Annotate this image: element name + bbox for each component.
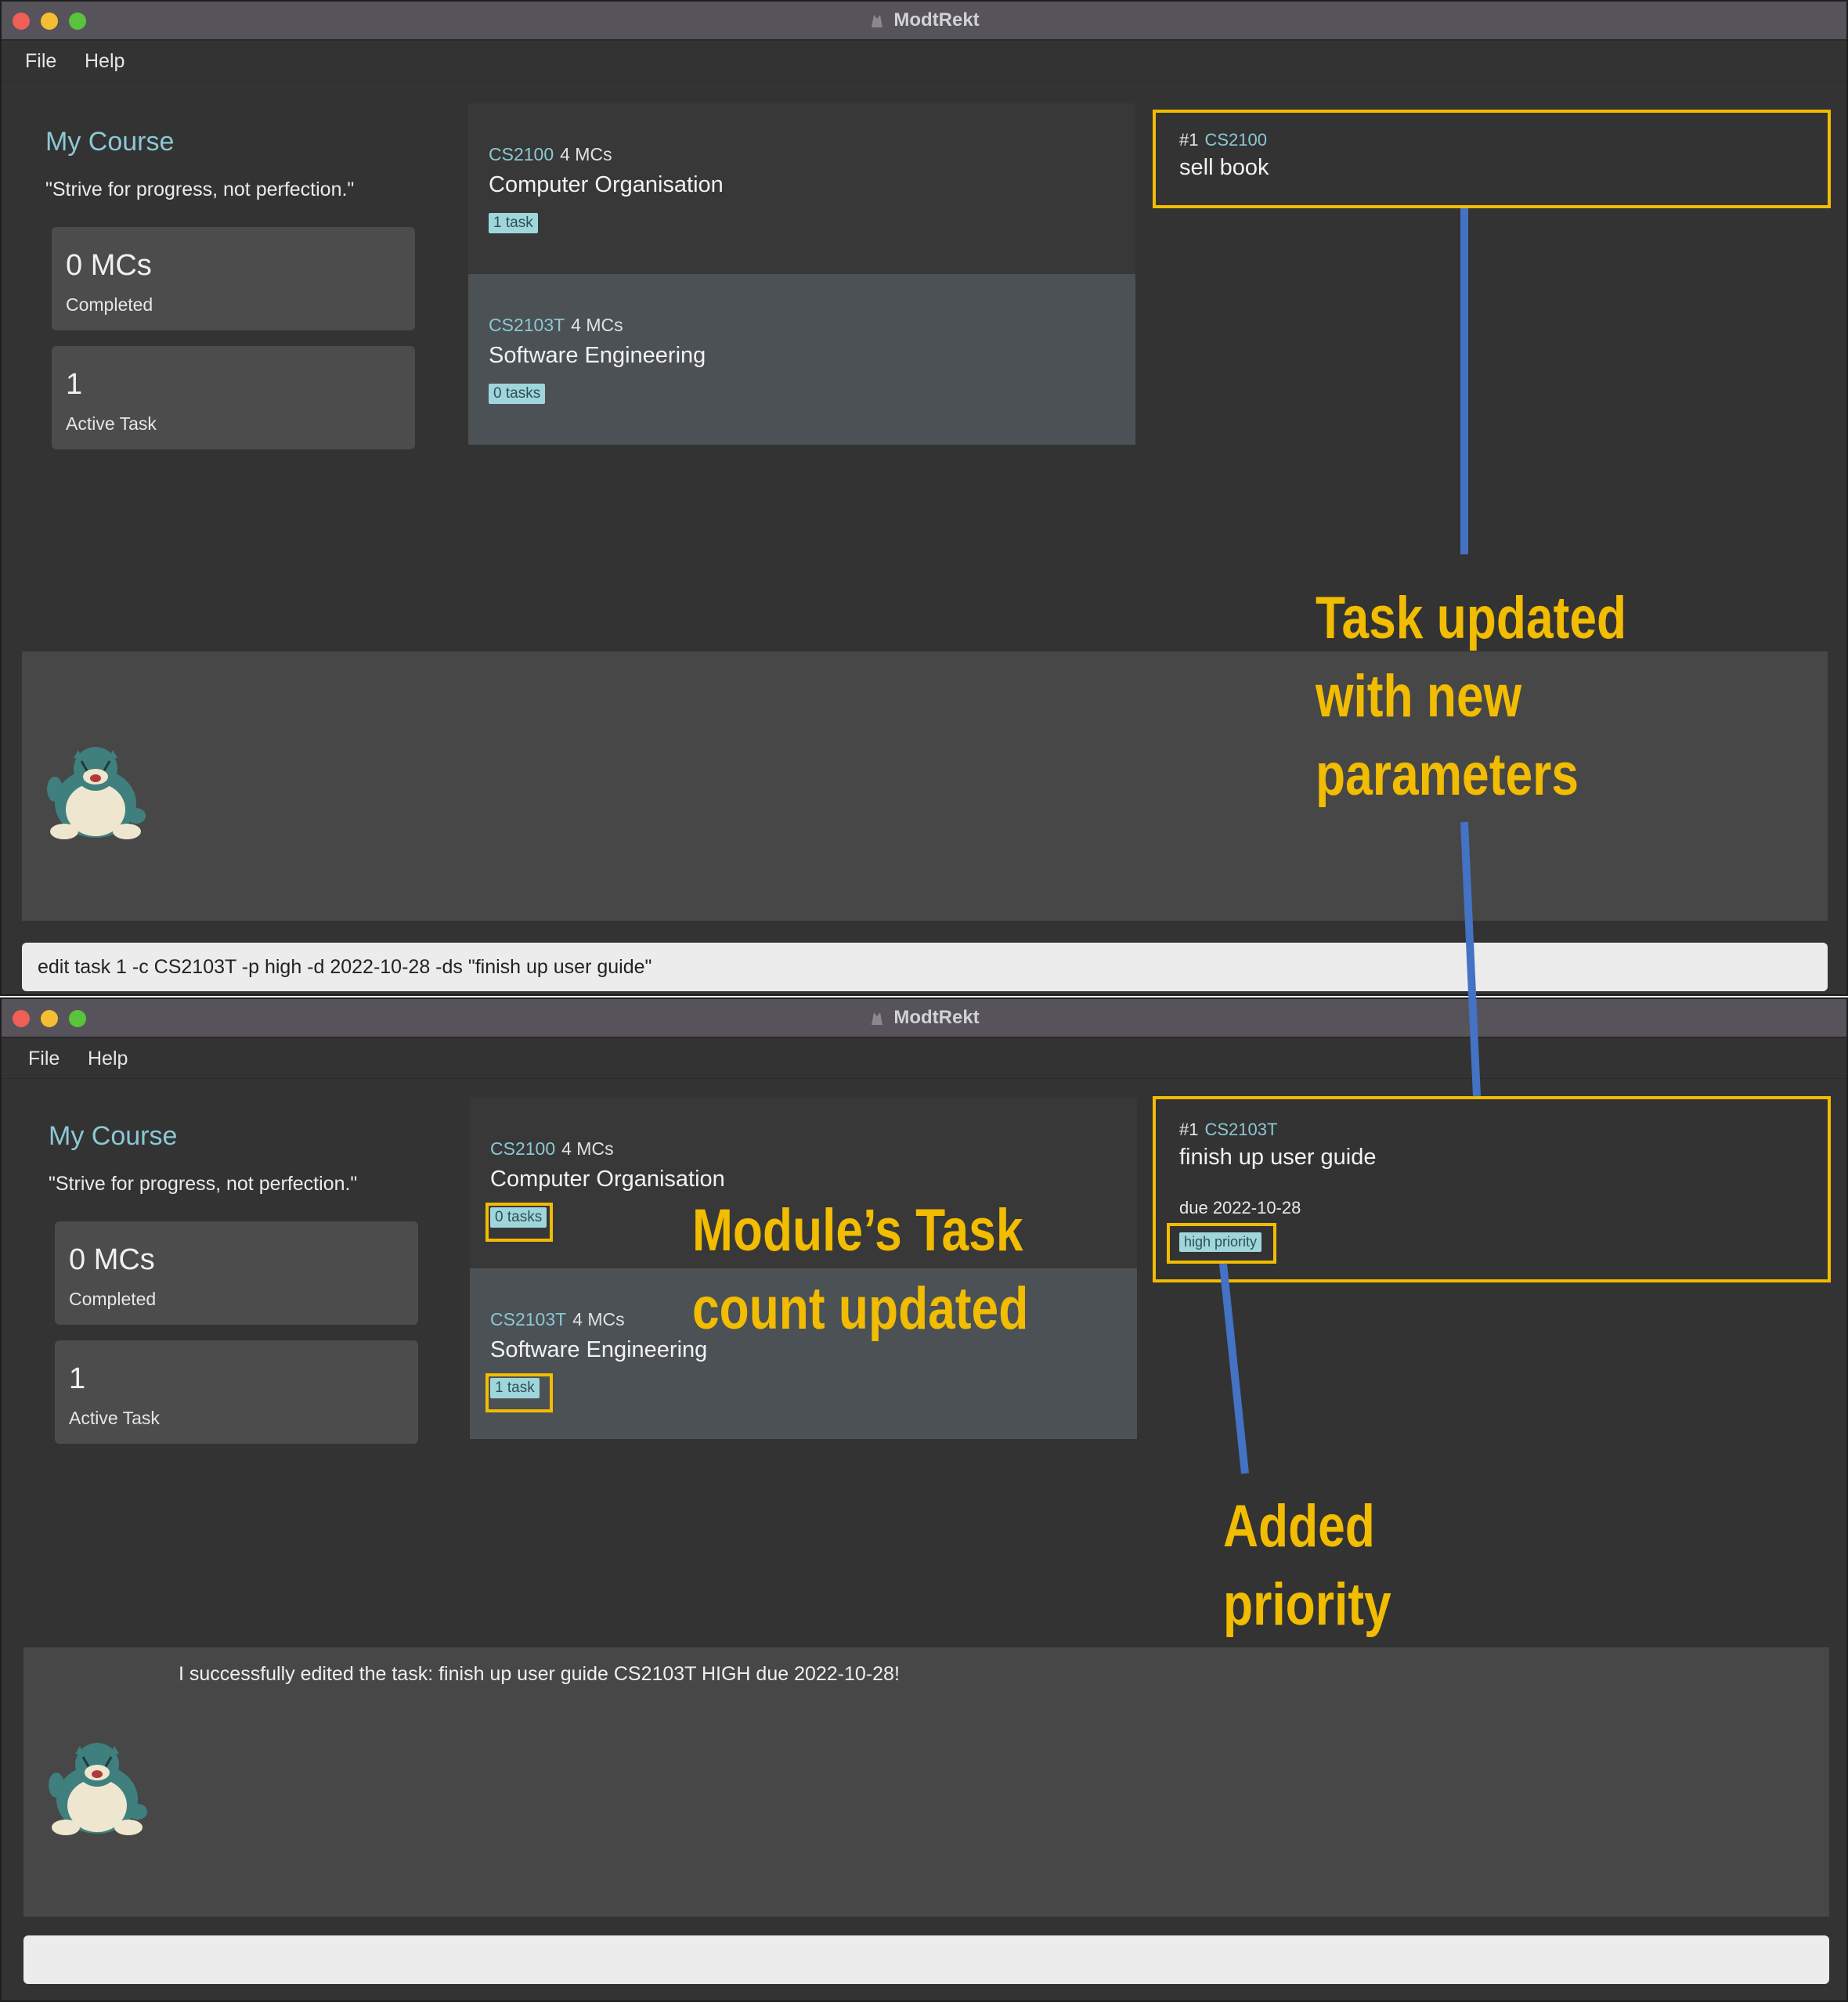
module-code: CS2103T 4 MCs (490, 1309, 625, 1329)
stat-label: Active Task (66, 413, 157, 434)
course-title: My Course (45, 127, 175, 157)
module-code: CS2100 4 MCs (489, 144, 612, 164)
annotation-module-task-count: Module’s Task count updated (692, 1197, 1029, 1342)
course-title: My Course (49, 1121, 178, 1151)
course-quote: "Strive for progress, not perfection." (49, 1173, 358, 1195)
module-card-cs2103t[interactable]: CS2103T 4 MCs Software Engineering 0 task… (468, 274, 1135, 445)
snorlax-mascot-icon (47, 747, 146, 839)
module-code: CS2100 4 MCs (490, 1138, 614, 1159)
title-bar[interactable]: ModtRekt (2, 2, 1846, 41)
module-code: CS2103T 4 MCs (489, 315, 623, 335)
menu-help[interactable]: Help (85, 41, 125, 81)
result-message: I successfully edited the task: finish u… (179, 1663, 900, 1685)
menu-file[interactable]: File (28, 1038, 60, 1079)
module-name: Software Engineering (489, 343, 706, 368)
annotation-task-updated: Task updated with new parameters (1316, 585, 1627, 808)
module-mcs: 4 MCs (561, 1138, 614, 1159)
module-name: Computer Organisation (490, 1167, 725, 1192)
module-name: Software Engineering (490, 1337, 708, 1362)
stat-value: 0 MCs (69, 1243, 155, 1276)
task-highlight-box-before (1153, 110, 1831, 208)
stat-value: 1 (69, 1362, 86, 1395)
priority-highlight-box (1167, 1223, 1276, 1264)
app-logo-icon (872, 15, 883, 27)
command-input[interactable]: edit task 1 -c CS2103T -p high -d 2022-1… (22, 943, 1828, 991)
module-task-count-badge: 0 tasks (489, 384, 546, 404)
module-task-count-badge: 1 task (489, 213, 538, 233)
result-display: I successfully edited the task: finish u… (23, 1647, 1829, 1917)
active-task-card: 1 Active Task (55, 1340, 418, 1444)
course-quote: "Strive for progress, not perfection." (45, 179, 355, 200)
task-count-highlight-cs2103t (485, 1373, 553, 1412)
mcs-completed-card: 0 MCs Completed (52, 227, 415, 330)
stat-label: Active Task (69, 1408, 160, 1428)
annotation-added-priority: Added priority (1223, 1493, 1391, 1638)
module-mcs: 4 MCs (560, 144, 612, 164)
snorlax-mascot-icon (49, 1743, 147, 1835)
menu-help[interactable]: Help (88, 1038, 128, 1079)
menu-file[interactable]: File (25, 41, 56, 81)
window-title: ModtRekt (2, 999, 1846, 1037)
module-mcs: 4 MCs (572, 1309, 625, 1329)
module-name: Computer Organisation (489, 172, 724, 197)
mcs-completed-card: 0 MCs Completed (55, 1221, 418, 1325)
stat-value: 0 MCs (66, 249, 152, 282)
module-card-cs2100[interactable]: CS2100 4 MCs Computer Organisation 1 task (468, 103, 1135, 274)
stat-label: Completed (69, 1289, 157, 1309)
task-count-highlight-cs2100 (485, 1203, 553, 1242)
menu-bar: File Help (2, 1038, 1846, 1079)
active-task-card: 1 Active Task (52, 346, 415, 449)
menu-bar: File Help (2, 41, 1846, 81)
module-mcs: 4 MCs (571, 315, 623, 335)
window-title: ModtRekt (2, 2, 1846, 39)
app-logo-icon (872, 1012, 883, 1025)
command-input[interactable] (23, 1935, 1829, 1984)
stat-label: Completed (66, 294, 153, 315)
title-bar[interactable]: ModtRekt (2, 999, 1846, 1038)
stat-value: 1 (66, 368, 83, 401)
